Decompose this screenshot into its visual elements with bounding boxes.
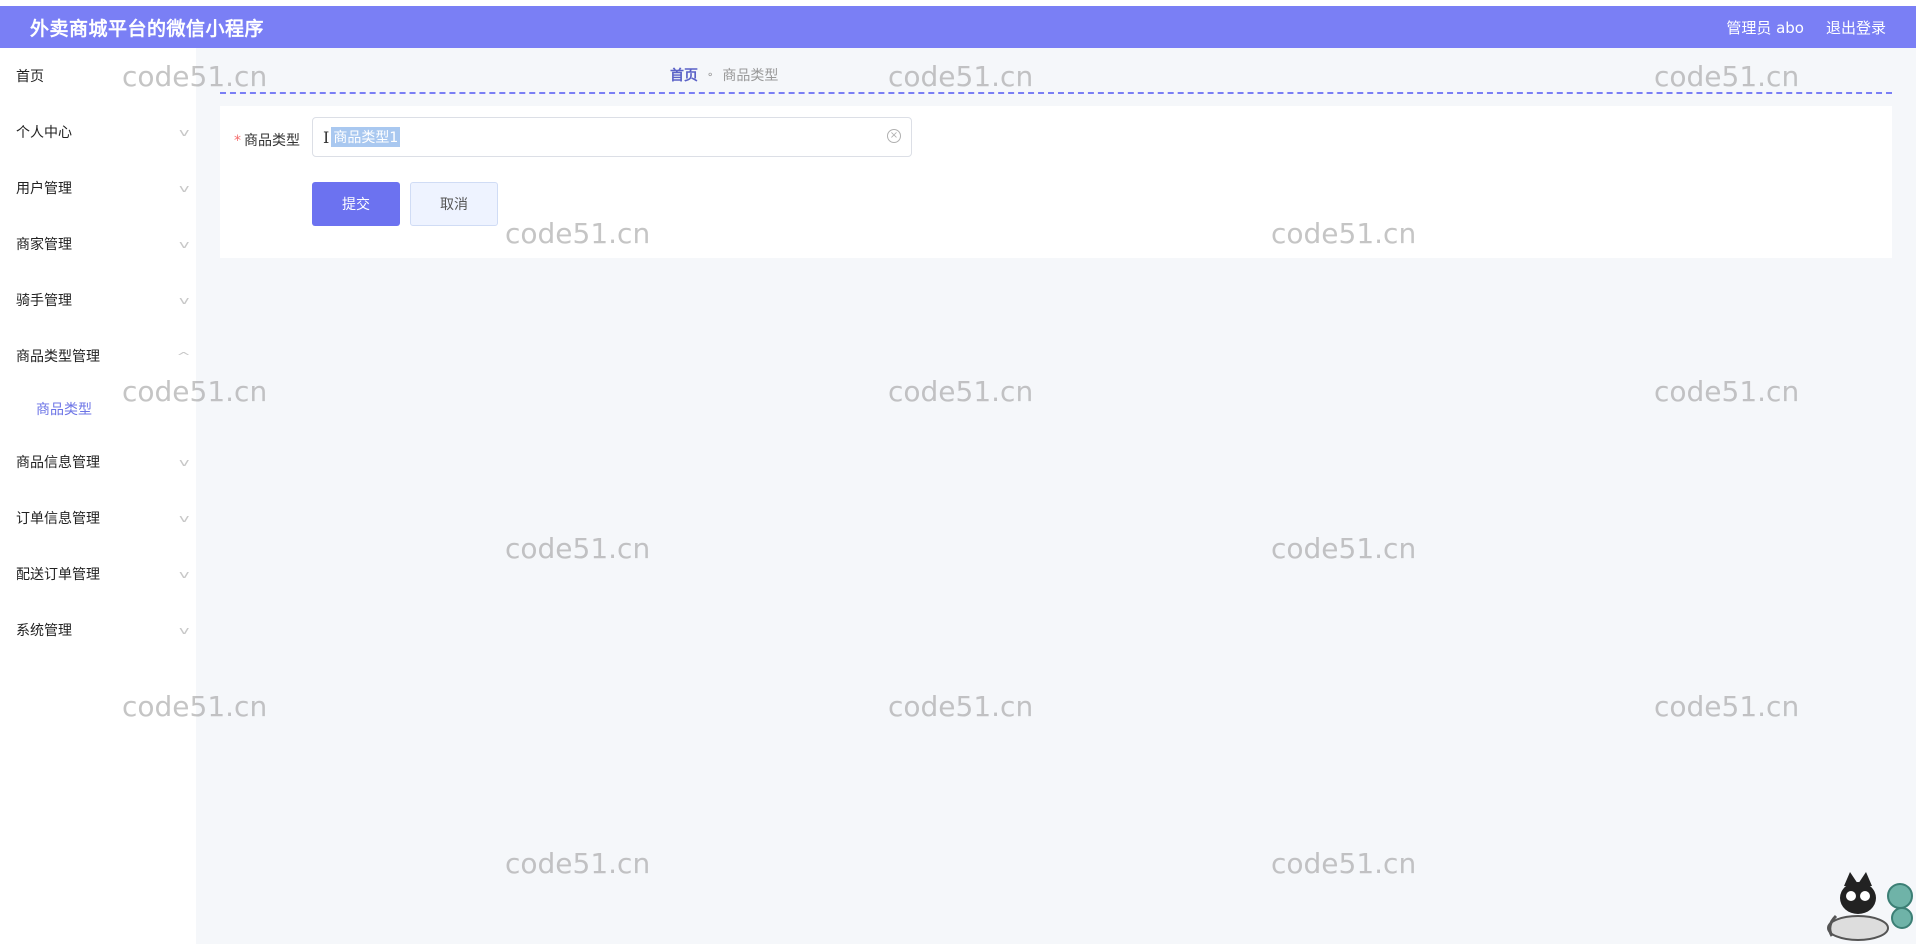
sidebar-item-merchant-management[interactable]: 商家管理 v bbox=[0, 216, 196, 272]
sidebar-item-label: 商家管理 bbox=[16, 237, 72, 253]
sidebar-subitem-label: 商品类型 bbox=[36, 402, 92, 418]
sidebar-item-rider-management[interactable]: 骑手管理 v bbox=[0, 272, 196, 328]
breadcrumb-home[interactable]: 首页 bbox=[670, 65, 698, 85]
chevron-down-icon: v bbox=[179, 181, 190, 195]
chevron-down-icon: v bbox=[179, 293, 190, 307]
clear-icon[interactable]: × bbox=[887, 129, 901, 143]
chevron-down-icon: v bbox=[179, 511, 190, 525]
form-card: * 商品类型 I 商品类型1 × 提交 取消 bbox=[220, 106, 1892, 258]
text-cursor-icon: I bbox=[323, 127, 330, 147]
logout-link[interactable]: 退出登录 bbox=[1826, 17, 1886, 38]
product-type-label: * 商品类型 bbox=[234, 130, 300, 150]
chevron-down-icon: v bbox=[179, 455, 190, 469]
sidebar: 首页 个人中心 v 用户管理 v 商家管理 v 骑手管理 v 商品类型管理 ^ 商品类型 … bbox=[0, 48, 196, 944]
chevron-down-icon: v bbox=[179, 623, 190, 637]
sidebar-item-product-info-management[interactable]: 商品信息管理 v bbox=[0, 434, 196, 490]
main-content: 首页 ⚬ 商品类型 * 商品类型 I 商品类型1 × 提交 取消 bbox=[196, 48, 1916, 944]
sidebar-item-user-management[interactable]: 用户管理 v bbox=[0, 160, 196, 216]
sidebar-item-label: 订单信息管理 bbox=[16, 511, 100, 527]
submit-button[interactable]: 提交 bbox=[312, 182, 400, 226]
divider bbox=[220, 92, 1892, 94]
sidebar-item-personal-center[interactable]: 个人中心 v bbox=[0, 104, 196, 160]
breadcrumb: 首页 ⚬ 商品类型 bbox=[670, 65, 778, 85]
required-mark: * bbox=[234, 133, 241, 149]
sidebar-item-label: 骑手管理 bbox=[16, 293, 72, 309]
sidebar-item-label: 商品类型管理 bbox=[16, 349, 100, 365]
sidebar-item-system-management[interactable]: 系统管理 v bbox=[0, 602, 196, 658]
chevron-down-icon: v bbox=[179, 567, 190, 581]
mascot-cat-icon bbox=[1827, 872, 1913, 941]
sidebar-item-label: 系统管理 bbox=[16, 623, 72, 639]
cancel-button[interactable]: 取消 bbox=[410, 182, 498, 226]
sidebar-item-home[interactable]: 首页 bbox=[0, 48, 196, 104]
sidebar-item-label: 商品信息管理 bbox=[16, 455, 100, 471]
chevron-down-icon: v bbox=[179, 237, 190, 251]
breadcrumb-current: 商品类型 bbox=[722, 68, 779, 84]
sidebar-item-delivery-order-management[interactable]: 配送订单管理 v bbox=[0, 546, 196, 602]
chevron-down-icon: v bbox=[179, 125, 190, 139]
breadcrumb-separator-icon: ⚬ bbox=[706, 69, 715, 81]
product-type-label-text: 商品类型 bbox=[244, 133, 300, 149]
sidebar-item-product-type-management[interactable]: 商品类型管理 ^ bbox=[0, 328, 196, 384]
app-title: 外卖商城平台的微信小程序 bbox=[30, 17, 265, 40]
top-bar: 外卖商城平台的微信小程序 管理员 abo 退出登录 bbox=[0, 6, 1916, 48]
sidebar-item-label: 首页 bbox=[16, 69, 44, 85]
sidebar-item-label: 个人中心 bbox=[16, 125, 72, 141]
product-type-input[interactable]: I 商品类型1 × bbox=[312, 117, 912, 157]
sidebar-item-label: 配送订单管理 bbox=[16, 567, 100, 583]
chevron-up-icon: ^ bbox=[176, 349, 191, 363]
product-type-input-value[interactable]: 商品类型1 bbox=[331, 127, 401, 147]
sidebar-subitem-product-type[interactable]: 商品类型 bbox=[0, 384, 196, 434]
sidebar-item-label: 用户管理 bbox=[16, 181, 72, 197]
user-name: 管理员 abo bbox=[1726, 18, 1804, 37]
sidebar-item-order-info-management[interactable]: 订单信息管理 v bbox=[0, 490, 196, 546]
